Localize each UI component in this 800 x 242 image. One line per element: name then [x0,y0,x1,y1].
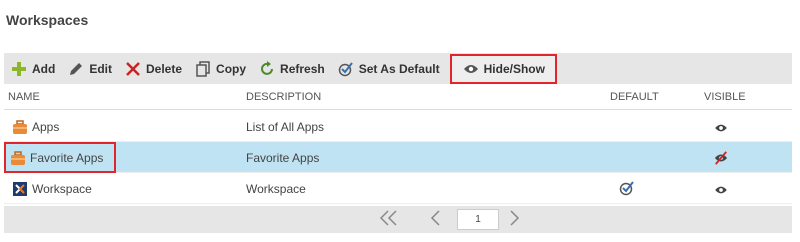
hide-show-label: Hide/Show [483,61,545,76]
plus-icon [10,60,28,78]
refresh-button[interactable]: Refresh [252,56,331,82]
row-description: Workspace [246,182,306,196]
prev-page-icon[interactable] [429,209,441,232]
delete-label: Delete [146,61,183,76]
briefcase-icon [12,119,28,135]
copy-button[interactable]: Copy [188,56,252,82]
add-button[interactable]: Add [4,56,61,82]
table-row[interactable]: Apps List of All Apps [4,111,792,142]
refresh-icon [258,60,276,78]
page-number-input[interactable]: 1 [457,209,499,230]
toolbar: Add Edit Delete Copy Refresh Set As Defa… [4,53,792,84]
eye-icon[interactable] [714,122,728,136]
name-cell: Apps [8,117,63,137]
hide-show-button[interactable]: Hide/Show [449,53,557,84]
name-cell: Workspace [8,179,96,199]
pagination-bar: 1 [4,206,792,233]
pencil-icon [67,60,85,78]
eye-icon[interactable] [714,184,728,198]
delete-button[interactable]: Delete [118,56,188,82]
table-row-selected[interactable]: Favorite Apps Favorite Apps [4,142,792,173]
column-header-description[interactable]: DESCRIPTION [246,91,321,103]
edit-button[interactable]: Edit [61,56,118,82]
first-page-icon[interactable] [379,209,399,232]
row-name: Apps [32,120,60,134]
edit-label: Edit [89,61,112,76]
copy-icon [194,60,212,78]
row-description: Favorite Apps [246,151,320,165]
row-name: Workspace [32,182,92,196]
row-name: Favorite Apps [30,150,104,165]
row-description: List of All Apps [246,120,325,134]
next-page-icon[interactable] [509,209,521,232]
eye-icon [462,60,480,78]
workspace-icon [12,181,28,197]
check-circle-icon [337,60,355,78]
column-header-default[interactable]: DEFAULT [610,91,659,103]
add-label: Add [32,61,56,76]
briefcase-icon [10,150,26,166]
column-header-visible[interactable]: VISIBLE [704,91,746,103]
name-cell: Favorite Apps [4,142,116,173]
default-check-icon [619,180,635,199]
refresh-label: Refresh [280,61,325,76]
set-as-default-label: Set As Default [358,61,440,76]
set-as-default-button[interactable]: Set As Default [331,56,446,82]
close-icon [124,60,142,78]
table-row[interactable]: Workspace Workspace [4,173,792,204]
copy-label: Copy [216,61,247,76]
page-title: Workspaces [6,12,89,28]
column-header-name[interactable]: NAME [8,91,40,103]
eye-hidden-icon[interactable] [714,151,728,168]
table-header: NAME DESCRIPTION DEFAULT VISIBLE [4,84,792,110]
